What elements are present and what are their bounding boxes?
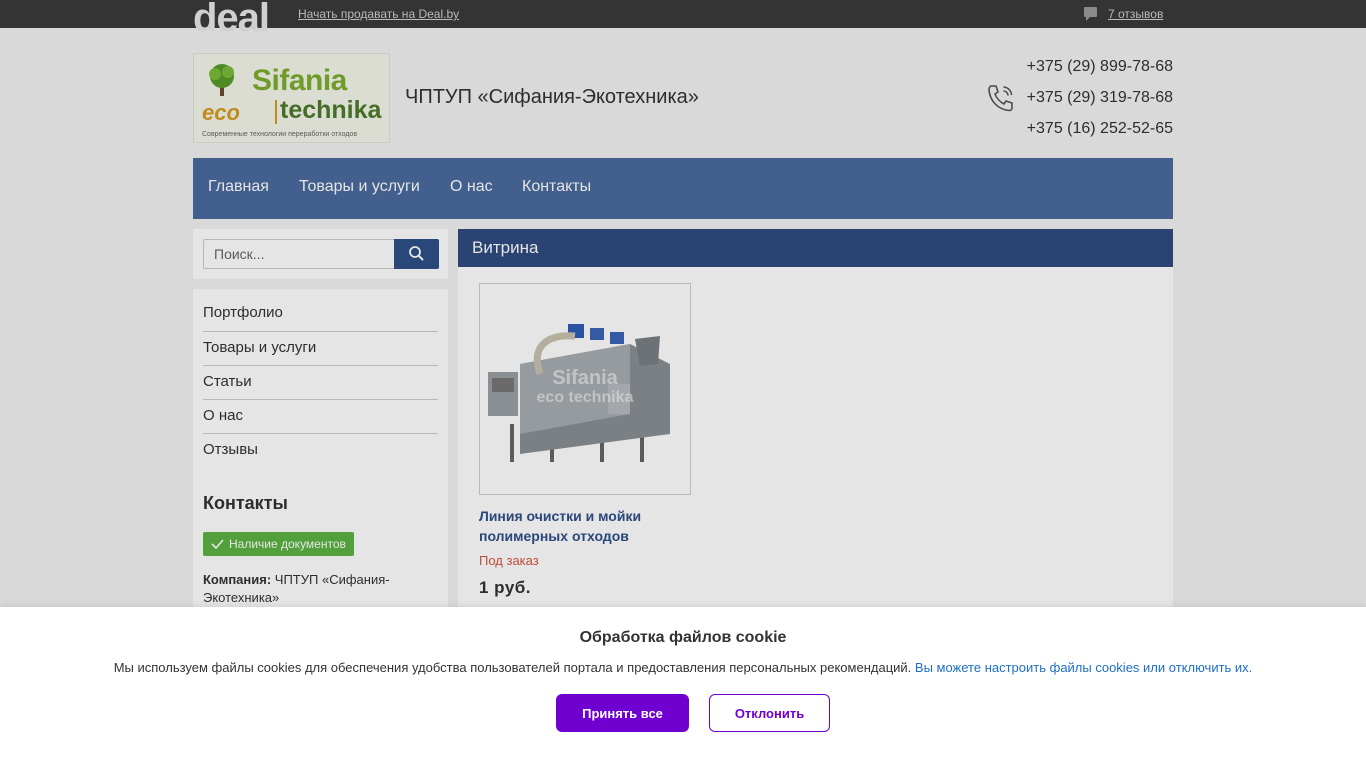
cookie-text-row: Мы используем файлы cookies для обеспече…	[0, 660, 1366, 675]
documents-badge-label: Наличие документов	[229, 537, 346, 551]
cookie-title: Обработка файлов cookie	[579, 629, 787, 646]
sidebar-item-portfolio[interactable]: Портфолио	[203, 304, 438, 321]
product-price: 1 руб.	[479, 578, 532, 597]
search-button[interactable]	[394, 239, 439, 269]
divider	[203, 331, 438, 332]
search-panel	[193, 229, 448, 279]
company-logo[interactable]: Sifania eco technika Современные техноло…	[193, 53, 390, 143]
start-selling-link[interactable]: Начать продавать на Deal.by	[298, 7, 459, 21]
documents-badge[interactable]: Наличие документов	[203, 532, 354, 556]
phone-number-1[interactable]: +375 (29) 899-78-68	[1027, 58, 1173, 76]
logo-text-sifania: Sifania	[252, 64, 347, 97]
phone-icon	[988, 85, 1013, 112]
phone-number-3[interactable]: +375 (16) 252-52-65	[1027, 120, 1173, 138]
company-info: Компания: ЧПТУП «Сифания-Экотехника»	[203, 571, 433, 607]
tree-icon	[209, 64, 234, 96]
sidebar-item-articles[interactable]: Статьи	[203, 373, 438, 390]
nav-item-products[interactable]: Товары и услуги	[299, 178, 420, 196]
showcase-header: Витрина	[458, 229, 1173, 267]
cookie-text: Мы используем файлы cookies для обеспече…	[113, 660, 912, 675]
machine-image: Sifania eco technika	[488, 324, 670, 462]
nav-item-home[interactable]: Главная	[208, 178, 269, 196]
search-input[interactable]	[203, 239, 394, 269]
reviews-link[interactable]: 7 отзывов	[1108, 7, 1163, 21]
main-nav: Главная Товары и услуги О нас Контакты	[193, 158, 1173, 219]
divider	[203, 365, 438, 366]
showcase-body: Sifania eco technika Линия очистки и мой…	[458, 267, 1173, 627]
deal-logo[interactable]: deal	[193, 0, 270, 38]
phone-number-2[interactable]: +375 (29) 319-78-68	[1027, 89, 1173, 107]
product-title-link[interactable]: Линия очистки и мойки полимерных отходов	[479, 506, 679, 546]
checkmark-icon	[211, 539, 224, 550]
top-bar: deal Начать продавать на Deal.by 7 отзыв…	[0, 0, 1366, 38]
showcase-title: Витрина	[472, 238, 539, 257]
speech-bubble-icon	[1084, 7, 1097, 21]
logo-text-eco: eco	[202, 100, 240, 125]
sidebar-item-reviews[interactable]: Отзывы	[203, 441, 438, 458]
contacts-heading: Контакты	[203, 493, 288, 513]
decline-button[interactable]: Отклонить	[709, 694, 830, 732]
divider	[203, 433, 438, 434]
cookie-banner: Обработка файлов cookie Мы используем фа…	[0, 607, 1366, 768]
logo-text-technika: technika	[280, 96, 382, 124]
svg-text:eco technika: eco technika	[537, 389, 634, 406]
nav-item-about[interactable]: О нас	[450, 178, 493, 196]
product-availability: Под заказ	[479, 553, 539, 568]
logo-divider	[275, 100, 277, 124]
company-name: ЧПТУП «Сифания-Экотехника»	[405, 86, 699, 108]
cookie-settings-link[interactable]: Вы можете настроить файлы cookies или от…	[915, 660, 1252, 675]
accept-all-button[interactable]: Принять все	[556, 694, 689, 732]
logo-tagline: Современные технологии переработки отход…	[202, 131, 358, 138]
search-icon	[409, 246, 424, 261]
nav-item-contacts[interactable]: Контакты	[522, 178, 591, 196]
sidebar-item-products[interactable]: Товары и услуги	[203, 339, 438, 356]
company-label: Компания:	[203, 572, 272, 587]
sidebar-item-about[interactable]: О нас	[203, 407, 438, 424]
sidebar-panel: Портфолио Товары и услуги Статьи О нас О…	[193, 289, 448, 619]
divider	[203, 399, 438, 400]
svg-text:Sifania: Sifania	[552, 367, 618, 389]
product-image[interactable]: Sifania eco technika	[479, 283, 691, 495]
